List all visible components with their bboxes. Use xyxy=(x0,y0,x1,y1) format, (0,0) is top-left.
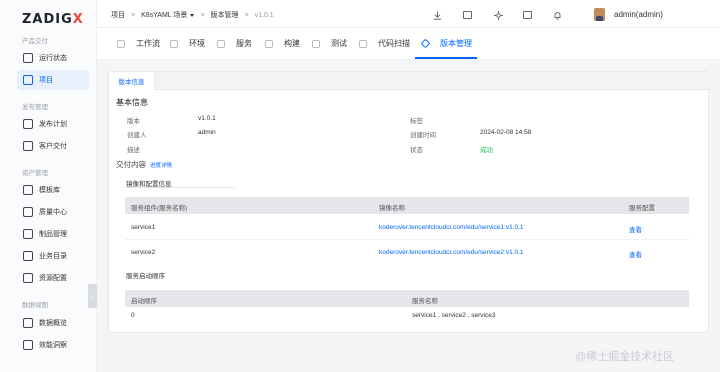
breadcrumb-separator: > xyxy=(200,11,205,19)
table-cell-service-names: service1 , service2 , service3 xyxy=(412,312,496,319)
sidebar-group-release: 发布管理 xyxy=(22,104,48,111)
template-icon xyxy=(23,185,33,195)
tab-version-management[interactable]: 版本管理 xyxy=(420,38,472,49)
breadcrumb-separator: > xyxy=(244,11,249,19)
tab-service[interactable]: 服务 xyxy=(217,38,252,49)
download-icon[interactable] xyxy=(433,11,442,20)
sidebar-item-templates[interactable]: 模板库 xyxy=(17,180,89,200)
message-icon[interactable] xyxy=(523,11,532,19)
status-badge: 成功 xyxy=(480,147,493,154)
progress-detail-link[interactable]: 进度详情 xyxy=(150,161,172,169)
test-icon xyxy=(312,39,320,48)
top-bar: 项目 > K8sYAML 场景 > 版本管理 > v1.0.1 admin(ad… xyxy=(97,0,720,28)
breadcrumb-project-selector[interactable]: K8sYAML 场景 xyxy=(141,10,195,20)
status-icon xyxy=(23,53,33,63)
sidebar-group-data: 数据视图 xyxy=(22,302,48,309)
tab-environment[interactable]: 环境 xyxy=(170,38,205,49)
column-header-config: 服务配置 xyxy=(629,205,655,212)
sidebar-item-projects[interactable]: 项目 xyxy=(17,70,89,90)
sidebar-item-customer-delivery[interactable]: 客户交付 xyxy=(17,136,89,156)
resource-icon xyxy=(23,273,33,283)
tab-test[interactable]: 测试 xyxy=(312,38,347,49)
field-value-created-time: 2024-02-08 14:58 xyxy=(480,129,532,136)
field-value-version: v1.0.1 xyxy=(198,115,216,122)
breadcrumb-projects[interactable]: 项目 xyxy=(111,10,125,20)
plugin-icon[interactable] xyxy=(494,11,503,20)
project-icon xyxy=(23,75,33,85)
column-header-service: 服务组件(服务名称) xyxy=(131,205,188,212)
tab-version-info[interactable]: 版本信息 xyxy=(109,72,155,90)
customer-delivery-icon xyxy=(23,141,33,151)
workflow-icon xyxy=(117,39,125,48)
tab-code-scan[interactable]: 代码扫描 xyxy=(359,38,410,49)
column-header-service-names: 服务名称 xyxy=(412,298,438,305)
field-label-version: 版本 xyxy=(127,118,140,125)
breadcrumb: 项目 > K8sYAML 场景 > 版本管理 > v1.0.1 xyxy=(111,10,274,20)
insight-icon xyxy=(23,340,33,350)
field-label-created-time: 创建时间 xyxy=(410,132,436,139)
sidebar-item-artifacts[interactable]: 制品管理 xyxy=(17,224,89,244)
image-table-header: 服务组件(服务名称) 镜像名称 服务配置 xyxy=(125,197,689,214)
build-icon xyxy=(265,39,273,48)
data-overview-icon xyxy=(23,318,33,328)
code-scan-icon xyxy=(359,39,367,48)
sidebar-item-quality[interactable]: 质量中心 xyxy=(17,202,89,222)
sidebar-item-insights[interactable]: 效能洞察 xyxy=(17,335,89,355)
sidebar-item-resources[interactable]: 资源配置 xyxy=(17,268,89,288)
tab-build[interactable]: 构建 xyxy=(265,38,300,49)
field-label-status: 状态 xyxy=(410,147,423,154)
view-config-button[interactable]: 查看 xyxy=(629,224,642,234)
watermark: @稀土掘金技术社区 xyxy=(575,351,675,363)
view-config-button[interactable]: 查看 xyxy=(629,249,642,259)
table-cell-order: 0 xyxy=(131,312,135,319)
bell-icon[interactable] xyxy=(553,11,562,20)
table-cell-service: service1 xyxy=(131,224,156,231)
field-label-description: 描述 xyxy=(127,147,140,154)
sidebar-item-status[interactable]: 运行状态 xyxy=(17,48,89,68)
table-cell-image[interactable]: koderover.tencentcloudcr.com/edu/service… xyxy=(379,224,524,231)
breadcrumb-version-management[interactable]: 版本管理 xyxy=(210,10,238,20)
sidebar-group-delivery: 产品交付 xyxy=(22,38,48,45)
detail-tab-bar: 版本信息 xyxy=(109,72,710,90)
artifact-icon xyxy=(23,229,33,239)
catalog-icon xyxy=(23,251,33,261)
version-icon xyxy=(420,38,431,49)
sidebar-item-data-overview[interactable]: 数据概览 xyxy=(17,313,89,333)
breadcrumb-separator: > xyxy=(131,11,136,19)
row-divider xyxy=(125,239,689,240)
service-icon xyxy=(217,39,225,48)
release-plan-icon xyxy=(23,119,33,129)
delivery-content-title: 交付内容 xyxy=(116,160,146,169)
breadcrumb-current: v1.0.1 xyxy=(254,11,274,19)
tab-workflow[interactable]: 工作流 xyxy=(117,38,160,49)
sidebar-item-catalog[interactable]: 业务目录 xyxy=(17,246,89,266)
field-label-creator: 创建人 xyxy=(127,132,147,139)
sidebar: ZADIGX 产品交付 运行状态 项目 发布管理 发布计划 客户交付 资产管理 … xyxy=(0,0,97,372)
sidebar-group-assets: 资产管理 xyxy=(22,170,48,177)
column-header-order: 启动顺序 xyxy=(131,298,157,305)
zadig-logo[interactable]: ZADIGX xyxy=(22,12,84,27)
table-cell-image[interactable]: koderover.tencentcloudcr.com/edu/service… xyxy=(379,249,524,256)
translate-icon[interactable] xyxy=(463,11,472,19)
sidebar-collapse-handle[interactable]: ‹ xyxy=(88,284,97,308)
field-value-creator: admin xyxy=(198,129,216,136)
chevron-left-icon: ‹ xyxy=(91,291,94,301)
basic-info-title: 基本信息 xyxy=(116,98,148,107)
column-header-image: 镜像名称 xyxy=(379,205,405,212)
user-name[interactable]: admin(admin) xyxy=(614,10,663,19)
field-label-tag: 标签 xyxy=(410,118,423,125)
startup-order-subtitle: 服务启动顺序 xyxy=(126,273,165,280)
environment-icon xyxy=(170,39,178,48)
subtitle-divider xyxy=(125,187,235,188)
startup-order-table: 启动顺序 服务名称 0 service1 , service2 , servic… xyxy=(125,290,689,324)
active-tab-indicator xyxy=(415,57,477,59)
order-table-header: 启动顺序 服务名称 xyxy=(125,290,689,307)
caret-down-icon xyxy=(190,13,195,17)
quality-icon xyxy=(23,207,33,217)
sidebar-item-release-plan[interactable]: 发布计划 xyxy=(17,114,89,134)
avatar[interactable] xyxy=(594,8,605,21)
image-table: 服务组件(服务名称) 镜像名称 服务配置 service1 koderover.… xyxy=(125,197,689,262)
table-cell-service: service2 xyxy=(131,249,156,256)
project-tabs: 工作流 环境 服务 构建 测试 代码扫描 版本管理 xyxy=(97,28,720,60)
